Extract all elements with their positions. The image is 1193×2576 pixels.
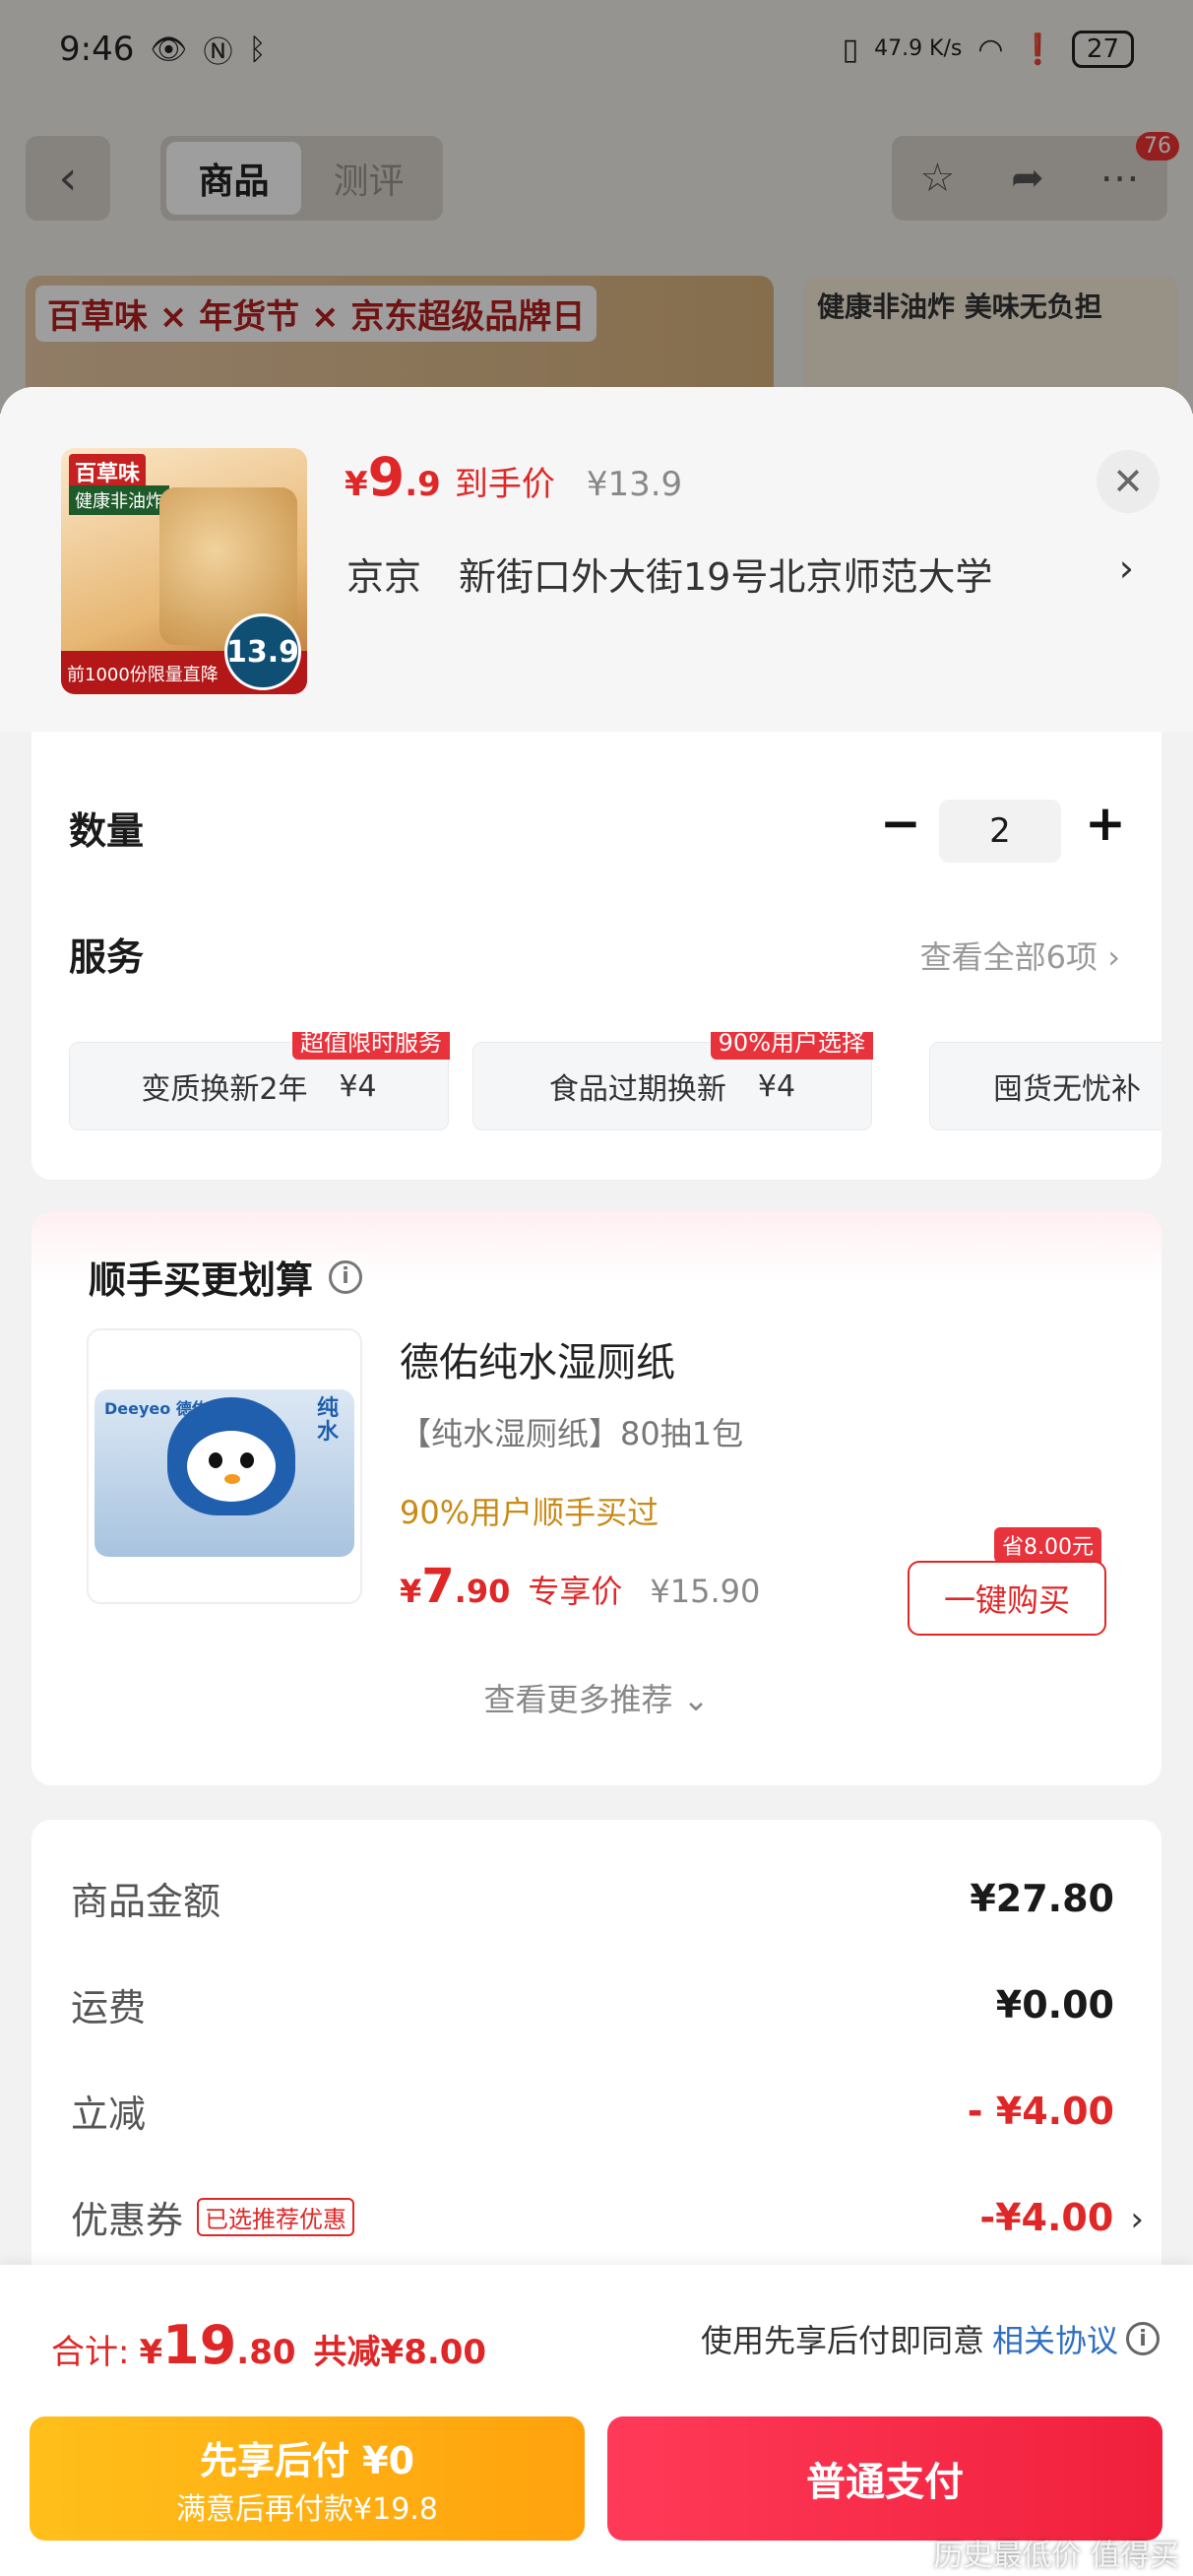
service-badge: 90%用户选择 xyxy=(710,1032,873,1060)
summary-row: 商品金额 ¥27.80 xyxy=(71,1871,1114,1925)
close-icon: ✕ xyxy=(1112,460,1144,503)
recommend-price-label: 专享价 xyxy=(528,1573,623,1610)
sheet-header: 百草味 健康非油炸 前1000份限量直降 13.9 ¥9.9 到手价 ¥13.9… xyxy=(0,387,1193,732)
quantity-plus-button[interactable]: + xyxy=(1085,795,1126,852)
pay-later-title: 先享后付 ¥0 xyxy=(199,2438,415,2482)
total-line: 合计: ¥19.80 共减¥8.00 xyxy=(51,2314,486,2376)
service-badge: 超值限时服务 xyxy=(292,1032,450,1060)
summary-value: - ¥4.00 xyxy=(967,2089,1114,2133)
service-option[interactable]: 食品过期换新 ¥4 90%用户选择 xyxy=(472,1032,873,1130)
service-option[interactable]: 变质换新2年 ¥4 超值限时服务 xyxy=(69,1032,450,1130)
recommend-price-line: ¥7.90 专享价 ¥15.90 xyxy=(400,1559,760,1614)
summary-label: 优惠券 xyxy=(71,2199,184,2242)
thumb-tag: 健康非油炸 xyxy=(69,485,169,515)
savings-badge: 省8.00元 xyxy=(994,1527,1101,1563)
pay-later-button[interactable]: 先享后付 ¥0 满意后再付款¥19.8 xyxy=(30,2416,585,2541)
checkout-footer: 合计: ¥19.80 共减¥8.00 使用先享后付即同意 相关协议 i 先享后付… xyxy=(0,2265,1193,2576)
summary-label: 立减 xyxy=(71,2093,147,2136)
summary-row: 运费 ¥0.00 xyxy=(71,1977,1114,2031)
product-thumbnail: 百草味 健康非油炸 前1000份限量直降 13.9 xyxy=(61,448,307,694)
service-name: 食品过期换新 xyxy=(548,1072,726,1107)
options-card: 数量 − 2 + 服务 查看全部6项 › 变质换新2年 ¥4 超值限时服务 食品… xyxy=(31,732,1162,1180)
recommend-product-image[interactable]: Deeyeo 德佑 纯水 xyxy=(87,1328,362,1604)
one-click-buy-button[interactable]: 一键购买 xyxy=(908,1561,1106,1636)
chevron-right-icon: › xyxy=(1130,2199,1144,2239)
more-recommendations-link[interactable]: 查看更多推荐 ⌄ xyxy=(31,1675,1162,1720)
thumb-brand: 百草味 xyxy=(69,454,147,489)
checkout-sheet: 百草味 健康非油炸 前1000份限量直降 13.9 ¥9.9 到手价 ¥13.9… xyxy=(0,387,1193,2576)
summary-value: ¥27.80 xyxy=(970,1876,1114,1920)
total-amount: ¥19.80 xyxy=(139,2314,296,2376)
agreement-text: 使用先享后付即同意 xyxy=(700,2322,984,2359)
summary-value: ¥0.00 xyxy=(995,1982,1114,2027)
info-icon[interactable]: i xyxy=(329,1259,363,1294)
service-price: ¥4 xyxy=(339,1068,377,1104)
summary-label: 运费 xyxy=(71,1986,147,2029)
normal-pay-button[interactable]: 普通支付 xyxy=(607,2416,1162,2541)
dim-overlay[interactable] xyxy=(0,0,1193,414)
address-row[interactable]: 京京 新街口外大街19号北京师范大学 › xyxy=(346,547,1134,601)
recommend-product-spec: 【纯水湿厕纸】80抽1包 xyxy=(400,1415,744,1452)
agreement-line: 使用先享后付即同意 相关协议 i xyxy=(701,2316,1160,2361)
summary-value: -¥4.00 xyxy=(979,2195,1114,2239)
quantity-input[interactable]: 2 xyxy=(939,800,1061,863)
recommend-product-name[interactable]: 德佑纯水湿厕纸 xyxy=(400,1330,675,1387)
info-icon[interactable]: i xyxy=(1126,2322,1160,2355)
recommend-original-price: ¥15.90 xyxy=(650,1573,761,1610)
price-label: 到手价 xyxy=(454,465,555,504)
recommendation-title: 顺手买更划算 i xyxy=(89,1250,363,1304)
view-all-services-link[interactable]: 查看全部6项 › xyxy=(920,933,1120,978)
social-proof: 90%用户顺手买过 xyxy=(400,1494,659,1531)
service-name: 囤货无忧补 xyxy=(993,1072,1141,1107)
coupon-row[interactable]: 优惠券 已选推荐优惠 -¥4.00 › xyxy=(71,2190,1144,2244)
service-name: 变质换新2年 xyxy=(141,1072,308,1107)
summary-label: 商品金额 xyxy=(71,1880,221,1923)
service-option[interactable]: 囤货无忧补 xyxy=(929,1042,1162,1130)
watermark: 历史最低价 值得买 xyxy=(933,2539,1179,2573)
service-price: ¥4 xyxy=(757,1068,796,1104)
original-price: ¥13.9 xyxy=(586,465,683,504)
service-list: 变质换新2年 ¥4 超值限时服务 食品过期换新 ¥4 90%用户选择 囤货无忧补 xyxy=(69,1032,1162,1130)
agreement-link[interactable]: 相关协议 xyxy=(992,2316,1118,2361)
coupon-tag: 已选推荐优惠 xyxy=(197,2198,355,2236)
pay-later-subtitle: 满意后再付款¥19.8 xyxy=(176,2491,438,2527)
chevron-right-icon: › xyxy=(1118,547,1134,590)
background-page: 9:46 👁 Ⓝ ᛒ ▯ 47.9 K/s ◠ ❗ 27 ‹ 商品 测评 ☆ ➦… xyxy=(0,0,1193,414)
service-label: 服务 xyxy=(69,935,145,979)
quantity-label: 数量 xyxy=(69,809,145,853)
price-line: ¥9.9 到手价 ¥13.9 xyxy=(345,446,682,508)
quantity-minus-button[interactable]: − xyxy=(880,795,921,852)
total-label: 合计: xyxy=(51,2333,130,2372)
final-price: ¥9.9 xyxy=(345,446,441,508)
wet-wipe-pack: Deeyeo 德佑 纯水 xyxy=(94,1389,354,1557)
penguin-mascot xyxy=(167,1397,295,1515)
summary-row: 立减 - ¥4.00 xyxy=(71,2084,1114,2138)
thumb-price-badge: 13.9 xyxy=(224,613,301,690)
recommend-price: ¥7.90 xyxy=(400,1559,511,1614)
address-text: 京京 新街口外大街19号北京师范大学 xyxy=(346,555,993,599)
total-savings: 共减¥8.00 xyxy=(313,2333,487,2372)
pack-text: 纯水 xyxy=(317,1396,340,1445)
recommendation-card: 顺手买更划算 i Deeyeo 德佑 纯水 德佑纯水湿厕纸 【纯水湿厕纸】80抽… xyxy=(31,1212,1162,1785)
close-button[interactable]: ✕ xyxy=(1097,450,1160,513)
